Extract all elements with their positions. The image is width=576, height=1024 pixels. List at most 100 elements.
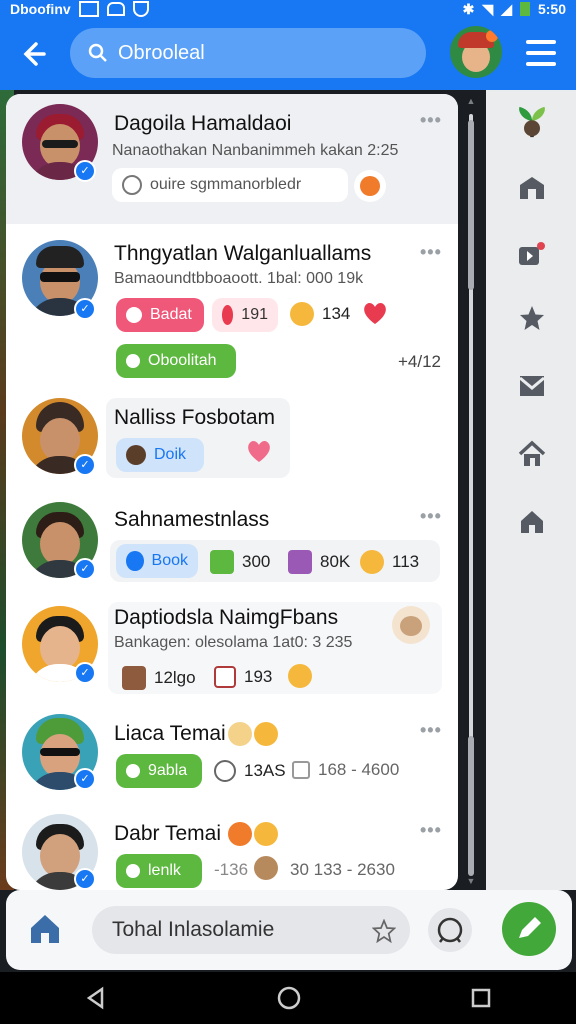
stat-item[interactable]: 30 133 - 2630 — [290, 860, 395, 880]
pencil-icon — [519, 917, 541, 938]
search-icon — [88, 43, 107, 62]
profile-avatar[interactable] — [450, 26, 502, 78]
notification-icon — [78, 1, 99, 17]
feed-panel: ✓ Dagoila Hamaldaoi ••• Nanaothakan Nanb… — [6, 94, 458, 890]
star-outline-icon[interactable] — [372, 919, 396, 943]
verified-badge-icon: ✓ — [74, 298, 96, 320]
stat-item[interactable]: 300 — [210, 550, 270, 574]
house-icon[interactable] — [516, 438, 548, 470]
stat-label: 12lgo — [154, 668, 196, 687]
verified-badge-icon: ✓ — [74, 454, 96, 476]
stat-label: 80K — [320, 552, 351, 571]
status-clock: 5:50 — [537, 1, 566, 17]
arrow-icon — [210, 550, 234, 574]
home-icon[interactable] — [28, 912, 62, 946]
more-options-icon[interactable]: ••• — [420, 820, 442, 841]
hamburger-menu-icon[interactable] — [526, 40, 556, 66]
more-options-icon[interactable]: ••• — [420, 506, 442, 527]
link-button[interactable]: Doik — [116, 438, 204, 472]
emoji-count[interactable]: 134 — [290, 302, 350, 326]
action-label: 9abla — [148, 762, 188, 779]
nav-back-icon[interactable] — [84, 986, 108, 1010]
stat-label: 13AS — [244, 761, 286, 780]
scrollbar[interactable]: ▲ ▼ — [466, 96, 476, 886]
more-options-icon[interactable]: ••• — [420, 720, 442, 741]
post-meta: Bankagen: olesolama 1at0: 3 235 — [114, 634, 353, 651]
action-label: lenlk — [148, 862, 181, 879]
smile-emoji-icon — [254, 722, 278, 746]
featured-chip[interactable]: ouire sgmmanorbledr — [112, 168, 348, 202]
stat-item[interactable]: 113 — [360, 550, 419, 574]
emoji-count-label: 134 — [322, 304, 351, 323]
stat-item[interactable]: 13AS — [214, 760, 286, 782]
stat-item[interactable]: 168 - 4600 — [292, 760, 399, 780]
smile-emoji-icon — [254, 822, 278, 846]
signal-icon: ◢ — [501, 0, 512, 17]
action-button[interactable]: lenlk — [116, 854, 202, 888]
post-time: +4/12 — [398, 352, 442, 371]
cat-emoji-icon — [228, 722, 252, 746]
nav-recents-icon[interactable] — [470, 987, 492, 1009]
link-label: Doik — [154, 446, 187, 463]
store-icon[interactable] — [516, 172, 548, 204]
post-author[interactable]: Daptiodsla NaimgFbans — [114, 606, 338, 630]
more-options-icon[interactable]: ••• — [420, 110, 442, 131]
post-author[interactable]: Thngyatlan Walganluallams — [114, 242, 371, 266]
stat-label: 300 — [242, 552, 271, 571]
smile-emoji-icon — [360, 550, 384, 574]
status-bar: Dboofinv ✱ ◥ ◢ 5:50 — [0, 0, 576, 18]
refresh-icon — [122, 175, 142, 195]
home-icon[interactable] — [516, 506, 548, 538]
scroll-thumb-secondary[interactable] — [468, 736, 474, 876]
stat-item[interactable]: 193 — [214, 666, 272, 688]
verified-badge-icon: ✓ — [74, 662, 96, 684]
post-author[interactable]: Liaca Temai — [114, 722, 226, 746]
mail-icon[interactable] — [516, 370, 548, 402]
scroll-thumb[interactable] — [468, 120, 474, 290]
heart-icon[interactable] — [362, 300, 388, 326]
post-author[interactable]: Nalliss Fosbotam — [114, 406, 275, 430]
nav-home-icon[interactable] — [276, 985, 302, 1011]
post-meta: Bamaoundtbboaoott. 1bal: 000 19k — [114, 270, 364, 287]
post-author[interactable]: Dagoila Hamaldaoi — [114, 112, 291, 136]
right-rail — [486, 90, 576, 890]
scroll-up-icon[interactable]: ▲ — [466, 96, 476, 106]
scroll-down-icon[interactable]: ▼ — [466, 876, 476, 886]
badge-button[interactable]: Badat — [116, 298, 204, 332]
verified-badge-icon: ✓ — [74, 558, 96, 580]
post-author[interactable]: Sahnamestnlass — [114, 508, 269, 532]
compose-input[interactable]: Tohal Inlasolamie — [92, 906, 410, 954]
post-author[interactable]: Dabr Temai — [114, 822, 221, 846]
stat-item[interactable]: 12lgo — [122, 666, 196, 690]
video-icon[interactable] — [516, 238, 548, 270]
compose-fab[interactable] — [502, 902, 556, 956]
gift-box-icon — [122, 666, 146, 690]
search-bar[interactable]: Obrooleal — [70, 28, 426, 78]
post-subtitle: Nanaothakan Nanbanimmeh kakan 2:25 — [112, 142, 399, 159]
reaction-count-label: 191 — [241, 306, 268, 323]
star-icon[interactable] — [516, 302, 548, 334]
stat-item[interactable]: -136 — [214, 860, 248, 880]
action-button[interactable]: Oboolitah — [116, 344, 236, 378]
wifi-icon: ◥ — [482, 0, 494, 17]
stat-label: 168 - 4600 — [318, 760, 400, 779]
bottom-bar: Tohal Inlasolamie — [6, 890, 572, 970]
reaction-count[interactable]: 191 — [212, 298, 278, 332]
heart-icon[interactable] — [246, 438, 272, 464]
book-button[interactable]: Book — [116, 544, 198, 578]
smile-emoji-icon[interactable] — [288, 664, 312, 688]
badge-label: Badat — [150, 306, 192, 323]
verified-badge-icon: ✓ — [74, 768, 96, 790]
stat-item[interactable]: 80K — [288, 550, 350, 574]
globe-icon[interactable] — [428, 908, 472, 952]
action-button[interactable]: 9abla — [116, 754, 202, 788]
plant-icon[interactable] — [516, 106, 548, 138]
search-placeholder: Obrooleal — [118, 41, 205, 64]
app-bar: Obrooleal — [0, 18, 576, 90]
back-arrow-icon[interactable] — [16, 38, 48, 70]
stat-label: 30 133 - 2630 — [290, 860, 395, 879]
book-label: Book — [151, 552, 188, 569]
smile-emoji-icon — [290, 302, 314, 326]
more-options-icon[interactable]: ••• — [420, 242, 442, 263]
at-icon — [214, 760, 236, 782]
